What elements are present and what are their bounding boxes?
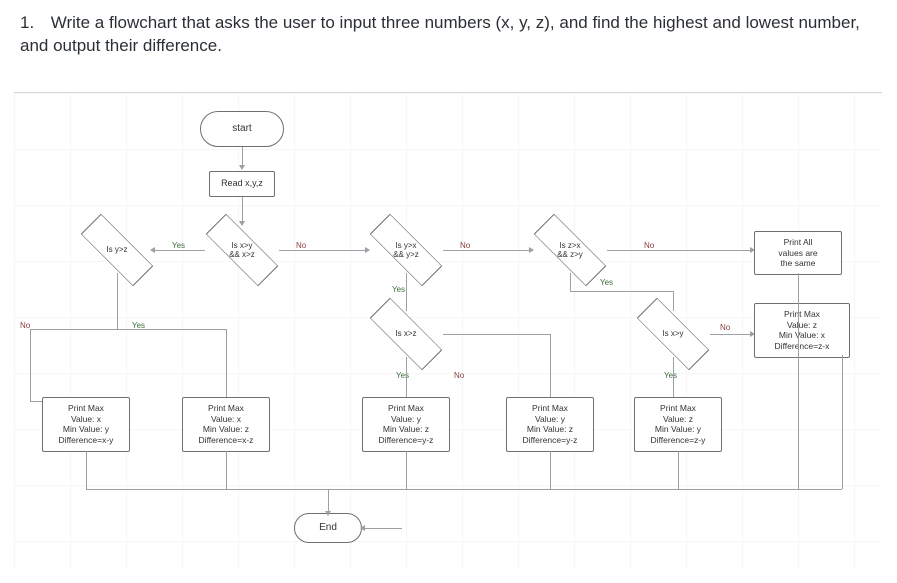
read-process: Read x,y,z (209, 171, 275, 197)
output-y-z: Print MaxValue: yMin Value: zDifference=… (362, 397, 450, 452)
connector (154, 250, 205, 251)
decision-xgty-xgtz: Is x>y&& x>z (205, 227, 279, 273)
connector (86, 489, 842, 490)
connector (798, 273, 799, 489)
connector (30, 329, 31, 401)
connector (443, 334, 550, 335)
edge-label-no: No (454, 371, 464, 380)
edge-label-no: No (460, 241, 470, 250)
decision-y-gt-z: Is y>z (80, 227, 154, 273)
start-terminator: start (200, 111, 284, 147)
end-label: End (319, 522, 337, 535)
arrow-icon (750, 247, 755, 253)
output-label: Print MaxValue: xMin Value: zDifference=… (199, 403, 254, 446)
decision-x-gt-y: Is x>y (636, 311, 710, 357)
decision-label: Is y>z (80, 227, 154, 273)
connector (570, 291, 673, 292)
arrow-icon (365, 247, 370, 253)
output-label: Print MaxValue: zMin Value: yDifference=… (651, 403, 706, 446)
edge-label-no: No (20, 321, 30, 330)
edge-label-no: No (720, 323, 730, 332)
decision-x-gt-z: Is x>z (369, 311, 443, 357)
decision-label: Is z>x&& z>y (533, 227, 607, 273)
output-label: Print Allvalues arethe same (778, 237, 817, 269)
edge-label-yes: Yes (392, 285, 405, 294)
output-x-z: Print MaxValue: xMin Value: zDifference=… (182, 397, 270, 452)
arrow-icon (325, 511, 331, 516)
edge-label-yes: Yes (172, 241, 185, 250)
connector (406, 451, 407, 489)
output-label: Print MaxValue: yMin Value: zDifference=… (523, 403, 578, 446)
connector (117, 329, 226, 330)
output-label: Print MaxValue: zMin Value: xDifference=… (775, 309, 830, 352)
connector (279, 250, 369, 251)
connector (242, 147, 243, 167)
connector (30, 329, 117, 330)
connector (678, 451, 679, 489)
connector (673, 291, 674, 311)
output-y-z-2: Print MaxValue: yMin Value: zDifference=… (506, 397, 594, 452)
arrow-icon (239, 221, 245, 226)
connector (86, 451, 87, 489)
connector (226, 451, 227, 489)
connector (406, 357, 407, 397)
connector (550, 334, 551, 397)
decision-label: Is x>y&& x>z (205, 227, 279, 273)
output-label: Print MaxValue: xMin Value: yDifference=… (59, 403, 114, 446)
connector (570, 273, 571, 291)
decision-ygtx-ygtz: Is y>x&& y>z (369, 227, 443, 273)
connector (710, 334, 754, 335)
connector (550, 451, 551, 489)
arrow-icon (239, 165, 245, 170)
arrow-icon (150, 247, 155, 253)
output-all-same: Print Allvalues arethe same (754, 231, 842, 275)
edge-label-no: No (296, 241, 306, 250)
edge-label-no: No (644, 241, 654, 250)
flowchart: start Read x,y,z Is x>y&& x>z Yes No Is … (14, 92, 882, 570)
output-label: Print MaxValue: yMin Value: zDifference=… (379, 403, 434, 446)
connector (443, 250, 533, 251)
connector (242, 197, 243, 223)
decision-label: Is y>x&& y>z (369, 227, 443, 273)
connector (406, 273, 407, 311)
arrow-icon (750, 331, 755, 337)
question-body: Write a flowchart that asks the user to … (20, 13, 860, 55)
connector (607, 250, 754, 251)
connector (842, 355, 843, 489)
start-label: start (232, 123, 251, 136)
connector (362, 528, 402, 529)
output-z-y: Print MaxValue: zMin Value: yDifference=… (634, 397, 722, 452)
decision-zgtx-zgty: Is z>x&& z>y (533, 227, 607, 273)
connector (117, 273, 118, 329)
edge-label-yes: Yes (664, 371, 677, 380)
decision-label: Is x>z (369, 311, 443, 357)
decision-label: Is x>y (636, 311, 710, 357)
connector (673, 357, 674, 397)
question-text: 1. Write a flowchart that asks the user … (20, 12, 877, 58)
read-label: Read x,y,z (221, 178, 263, 189)
end-terminator: End (294, 513, 362, 543)
edge-label-yes: Yes (600, 278, 613, 287)
connector (328, 489, 329, 513)
connector (226, 329, 227, 397)
arrow-icon (529, 247, 534, 253)
output-z-x: Print MaxValue: zMin Value: xDifference=… (754, 303, 850, 358)
question-number: 1. (20, 12, 46, 35)
edge-label-yes: Yes (396, 371, 409, 380)
output-x-y: Print MaxValue: xMin Value: yDifference=… (42, 397, 130, 452)
